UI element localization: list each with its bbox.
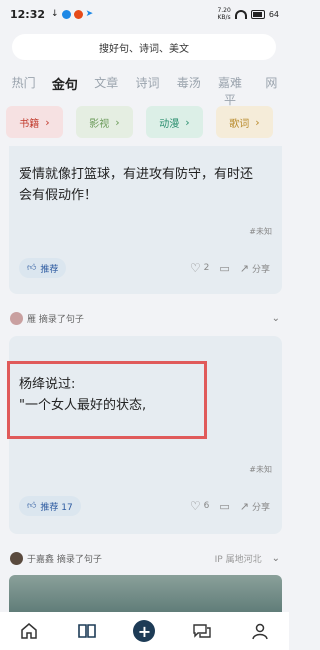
share-icon: ↗ bbox=[239, 499, 249, 513]
post-image[interactable] bbox=[9, 575, 282, 615]
quote-line: 爱情就像打篮球，有进攻有防守，有时还 bbox=[19, 167, 254, 182]
chevron-right-icon: › bbox=[255, 115, 260, 129]
heart-icon: ♡ bbox=[189, 261, 201, 275]
bottom-nav: + bbox=[0, 612, 289, 650]
category-label: 书籍 bbox=[19, 118, 40, 130]
like-button[interactable]: ♡ 2 bbox=[190, 261, 210, 275]
thumbs-up-icon: 👍︎ bbox=[27, 501, 37, 511]
tab-net[interactable]: 网 bbox=[248, 74, 289, 96]
share-label: 分享 bbox=[251, 264, 270, 275]
share-label: 分享 bbox=[251, 502, 270, 513]
network-speed: 7.20 KB/s bbox=[217, 7, 231, 21]
ip-location: IP 属地河北 bbox=[214, 554, 262, 565]
category-label: 影视 bbox=[89, 118, 110, 130]
tab-poetry[interactable]: 诗词 bbox=[124, 74, 165, 96]
search-input[interactable]: 搜好句、诗词、美文 bbox=[12, 34, 276, 60]
tab-golden-quotes[interactable]: 金句 bbox=[41, 74, 82, 96]
heart-icon: ♡ bbox=[189, 499, 201, 513]
category-label: 歌词 bbox=[229, 118, 250, 130]
search-placeholder: 搜好句、诗词、美文 bbox=[99, 43, 189, 55]
battery-level: 64 bbox=[268, 9, 279, 19]
recommend-button[interactable]: 👍︎ 推荐 bbox=[19, 258, 67, 278]
app-icon-orange bbox=[73, 9, 83, 19]
chevron-right-icon: › bbox=[45, 115, 50, 129]
author-name[interactable]: 于嘉鑫 摘录了句子 bbox=[27, 552, 102, 565]
book-icon[interactable] bbox=[75, 619, 99, 643]
post-actions: ♡ 6 ▭ ↗ 分享 bbox=[190, 499, 270, 513]
share-button[interactable]: ↗ 分享 bbox=[240, 262, 270, 275]
chevron-right-icon: › bbox=[185, 115, 190, 129]
comment-button[interactable]: ▭ bbox=[219, 500, 229, 513]
plus-icon: + bbox=[133, 620, 156, 642]
app-icon-blue bbox=[61, 9, 71, 19]
download-icon: ↓ bbox=[51, 9, 59, 19]
comment-button[interactable]: ▭ bbox=[219, 262, 229, 275]
comment-icon: ▭ bbox=[219, 499, 230, 513]
chevron-down-icon[interactable]: ⌄ bbox=[272, 313, 280, 324]
home-icon[interactable] bbox=[17, 619, 41, 643]
thumbs-up-icon: 👍︎ bbox=[27, 263, 37, 273]
post-actions: ♡ 2 ▭ ↗ 分享 bbox=[190, 261, 270, 275]
post-author-row: 雁 摘录了句子 ⌄ bbox=[10, 310, 280, 326]
send-icon: ➤ bbox=[85, 9, 94, 19]
category-label: 动漫 bbox=[159, 118, 180, 130]
tab-articles[interactable]: 文章 bbox=[83, 74, 124, 96]
profile-icon[interactable] bbox=[248, 619, 272, 643]
recommend-label: 推荐 17 bbox=[40, 502, 73, 513]
battery-icon bbox=[250, 9, 265, 19]
chevron-right-icon: › bbox=[115, 115, 120, 129]
category-lyrics[interactable]: 歌词 › bbox=[216, 106, 273, 138]
notification-icons: ↓ ➤ bbox=[51, 9, 93, 19]
share-icon: ↗ bbox=[239, 261, 249, 275]
tab-bar: 热门 金句 文章 诗词 毒汤 嘉难平 网 bbox=[0, 74, 289, 107]
status-time: 12:32 bbox=[10, 7, 46, 21]
avatar[interactable] bbox=[10, 311, 23, 325]
add-post-button[interactable]: + bbox=[132, 619, 156, 643]
like-count: 2 bbox=[203, 263, 210, 273]
like-button[interactable]: ♡ 6 bbox=[190, 499, 210, 513]
recommend-label: 推荐 bbox=[40, 264, 59, 275]
avatar[interactable] bbox=[10, 551, 23, 565]
quote-line: 会有假动作！ bbox=[19, 188, 98, 203]
tab-jianan-ping[interactable]: 嘉难平 bbox=[206, 74, 247, 107]
category-row: 书籍 › 影视 › 动漫 › 歌词 › bbox=[6, 106, 273, 138]
category-anime[interactable]: 动漫 › bbox=[146, 106, 203, 138]
chat-icon[interactable] bbox=[190, 619, 214, 643]
post-author-row: 于嘉鑫 摘录了句子 IP 属地河北 ⌄ bbox=[10, 550, 280, 566]
category-film[interactable]: 影视 › bbox=[76, 106, 133, 138]
quote-text: 爱情就像打篮球，有进攻有防守，有时还 会有假动作！ bbox=[19, 164, 253, 206]
chevron-down-icon[interactable]: ⌄ bbox=[272, 553, 280, 564]
like-count: 6 bbox=[203, 501, 210, 511]
quote-tag[interactable]: #未知 bbox=[249, 226, 272, 237]
comment-icon: ▭ bbox=[219, 261, 230, 275]
highlight-box bbox=[7, 361, 207, 439]
tab-poison-soup[interactable]: 毒汤 bbox=[165, 74, 206, 96]
tab-hot[interactable]: 热门 bbox=[0, 74, 41, 96]
quote-card[interactable]: 爱情就像打篮球，有进攻有防守，有时还 会有假动作！ #未知 👍︎ 推荐 ♡ 2 … bbox=[9, 146, 282, 294]
share-button[interactable]: ↗ 分享 bbox=[240, 500, 270, 513]
quote-tag[interactable]: #未知 bbox=[249, 464, 272, 475]
category-books[interactable]: 书籍 › bbox=[6, 106, 63, 138]
recommend-button[interactable]: 👍︎ 推荐 17 bbox=[19, 496, 81, 516]
status-right: 7.20 KB/s 64 bbox=[217, 7, 279, 21]
author-name[interactable]: 雁 摘录了句子 bbox=[27, 312, 84, 325]
status-bar: 12:32 ↓ ➤ 7.20 KB/s 64 bbox=[0, 0, 289, 28]
wifi-icon bbox=[234, 9, 247, 19]
